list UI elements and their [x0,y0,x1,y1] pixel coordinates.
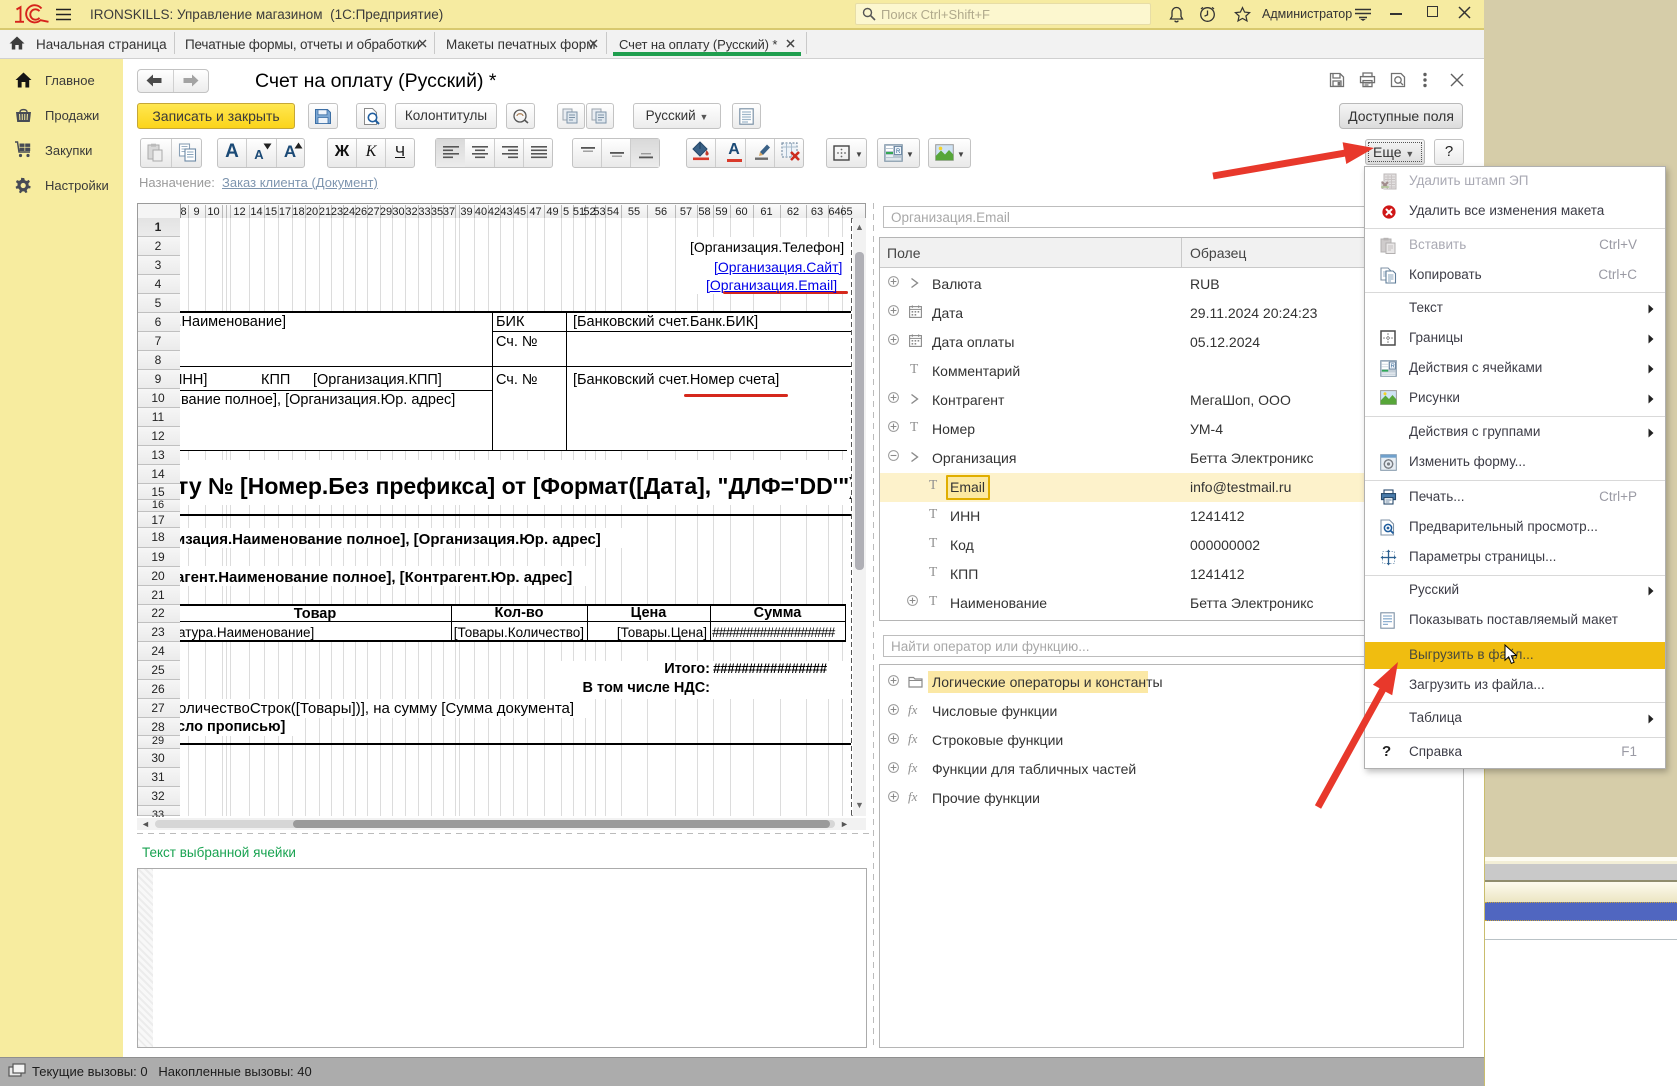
svg-text:R: R [896,149,901,155]
svg-text:R: R [1391,363,1395,369]
